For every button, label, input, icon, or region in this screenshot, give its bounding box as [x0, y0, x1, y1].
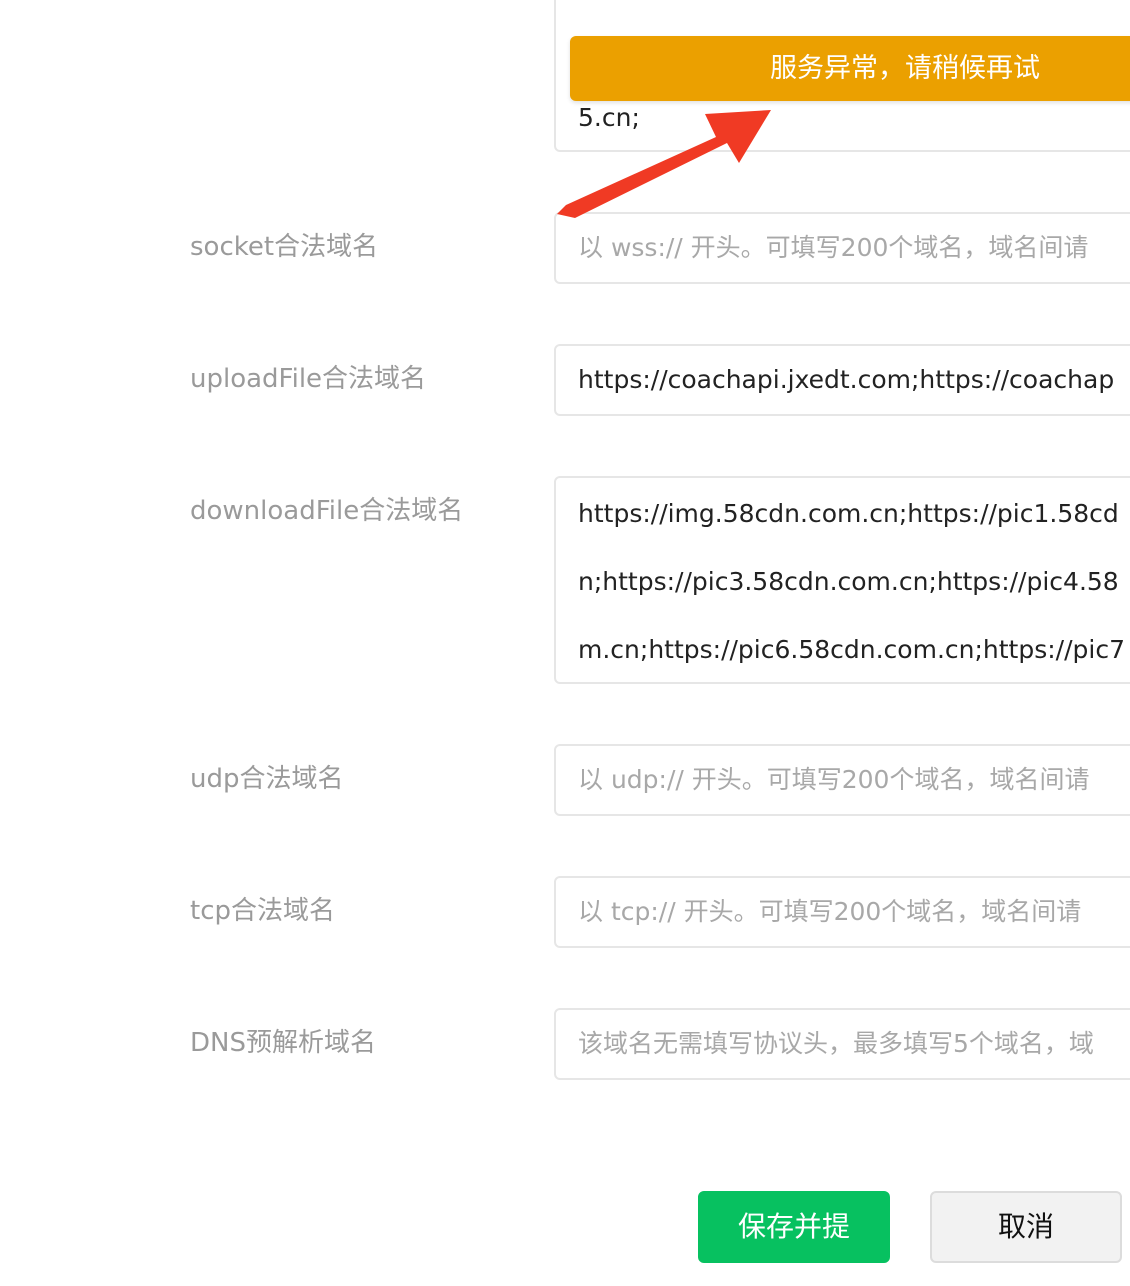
top-domain-value: 5.cn;	[578, 103, 640, 132]
domain-settings-form: 5.cn; socket合法域名 以 wss:// 开头。可填写200个域名，域…	[0, 0, 1130, 1286]
download-domain-line: m.cn;https://pic6.58cdn.com.cn;https://p…	[578, 635, 1125, 664]
cancel-button[interactable]: 取消	[930, 1191, 1122, 1263]
socket-domain-label: socket合法域名	[190, 232, 379, 262]
socket-domain-placeholder: 以 wss:// 开头。可填写200个域名，域名间请	[578, 233, 1089, 262]
tcp-domain-label: tcp合法域名	[190, 896, 335, 926]
socket-domain-input[interactable]: 以 wss:// 开头。可填写200个域名，域名间请	[554, 212, 1130, 284]
upload-domain-value: https://coachapi.jxedt.com;https://coach…	[578, 365, 1115, 394]
dns-domain-label: DNS预解析域名	[190, 1028, 376, 1058]
download-domain-line: n;https://pic3.58cdn.com.cn;https://pic4…	[578, 567, 1119, 596]
udp-domain-label: udp合法域名	[190, 764, 344, 794]
tcp-domain-input[interactable]: 以 tcp:// 开头。可填写200个域名，域名间请	[554, 876, 1130, 948]
save-submit-button[interactable]: 保存并提	[698, 1191, 890, 1263]
dns-domain-input[interactable]: 该域名无需填写协议头，最多填写5个域名，域	[554, 1008, 1130, 1080]
download-domain-line: https://img.58cdn.com.cn;https://pic1.58…	[578, 499, 1119, 528]
download-domain-label: downloadFile合法域名	[190, 496, 464, 526]
error-toast: 服务异常，请稍候再试	[570, 36, 1130, 101]
dns-domain-placeholder: 该域名无需填写协议头，最多填写5个域名，域	[578, 1029, 1094, 1058]
tcp-domain-placeholder: 以 tcp:// 开头。可填写200个域名，域名间请	[578, 897, 1082, 926]
download-domain-textarea[interactable]: https://img.58cdn.com.cn;https://pic1.58…	[554, 476, 1130, 684]
udp-domain-input[interactable]: 以 udp:// 开头。可填写200个域名，域名间请	[554, 744, 1130, 816]
upload-domain-label: uploadFile合法域名	[190, 364, 427, 394]
udp-domain-placeholder: 以 udp:// 开头。可填写200个域名，域名间请	[578, 765, 1090, 794]
upload-domain-input[interactable]: https://coachapi.jxedt.com;https://coach…	[554, 344, 1130, 416]
